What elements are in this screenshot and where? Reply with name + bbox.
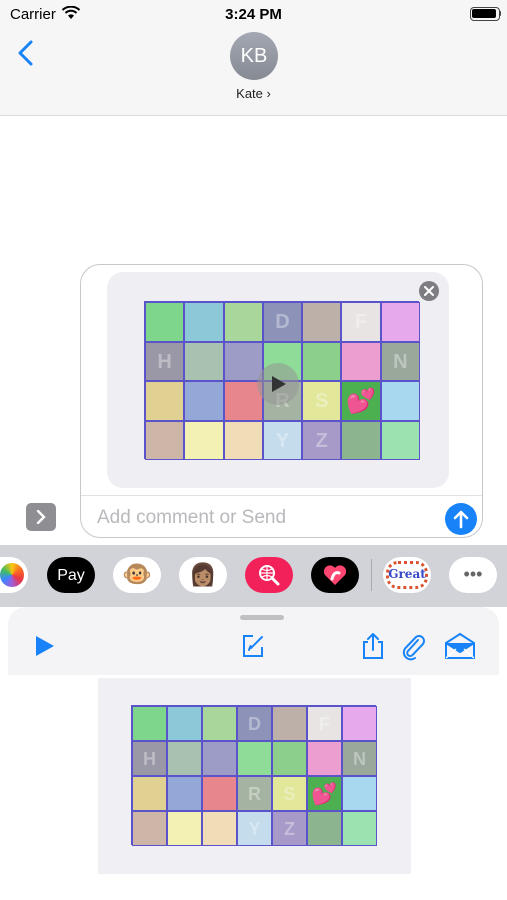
monkey-memoji-app-icon[interactable]: 🐵 (113, 557, 161, 593)
play-icon (272, 376, 286, 392)
digital-touch-app-icon[interactable] (311, 557, 359, 593)
play-button[interactable] (257, 363, 299, 405)
conversation-header: KB Kate › (0, 30, 507, 116)
compose-bubble: DFHNRS💕YZ Add comment or Send (80, 264, 483, 538)
grid-cell (302, 302, 342, 342)
drawer-grabber[interactable] (240, 615, 284, 620)
grid-cell: Z (302, 420, 342, 460)
grid-cell: R (237, 776, 272, 811)
grid-cell (145, 381, 185, 421)
grid-cell (132, 811, 167, 846)
photos-app-icon[interactable] (0, 557, 28, 593)
status-bar: Carrier 3:24 PM (0, 0, 507, 30)
clock: 3:24 PM (225, 6, 282, 23)
compose-icon[interactable] (238, 631, 268, 661)
app-strip: Pay 🐵 👩🏽 Great ••• (0, 545, 507, 607)
grid-cell: N (380, 341, 420, 381)
grid-cell: S (302, 381, 342, 421)
grid-cell (223, 302, 263, 342)
grid-cell (237, 741, 272, 776)
grid-cell: D (237, 706, 272, 741)
grid-cell: N (342, 741, 377, 776)
heart-sticker-cell: 💕 (307, 776, 342, 811)
grid-cell (145, 302, 185, 342)
grid-cell (342, 776, 377, 811)
memoji-app-icon[interactable]: 👩🏽 (179, 557, 227, 593)
send-button[interactable] (445, 503, 477, 535)
large-grid: D F H N R S 💕 Y Z (131, 705, 377, 846)
apple-pay-label: Pay (57, 567, 85, 584)
grid-cell (145, 420, 185, 460)
grid-cell (272, 741, 307, 776)
remove-attachment-button[interactable] (419, 281, 439, 301)
arrow-up-icon (453, 510, 469, 529)
grid-cell (132, 706, 167, 741)
grid-cell (380, 420, 420, 460)
image-search-app-icon[interactable] (245, 557, 293, 593)
grid-cell (202, 741, 237, 776)
mail-icon[interactable] (443, 631, 477, 661)
grid-cell (342, 706, 377, 741)
grid-cell (223, 420, 263, 460)
extension-drawer: D F H N R S 💕 Y Z (0, 607, 507, 900)
grid-cell (342, 811, 377, 846)
grid-cell (202, 811, 237, 846)
avatar[interactable]: KB (230, 32, 278, 80)
grid-cell (202, 706, 237, 741)
grid-cell (272, 706, 307, 741)
grid-cell (380, 302, 420, 342)
comment-input[interactable]: Add comment or Send (97, 507, 286, 529)
more-apps-button[interactable]: ••• (449, 557, 497, 593)
memoji-faces-icon: 👩🏽 (189, 562, 217, 587)
battery-icon (470, 7, 501, 21)
grid-cell (202, 776, 237, 811)
grid-cell (341, 341, 381, 381)
monkey-icon: 🐵 (122, 561, 152, 588)
compose-divider (81, 495, 482, 496)
paperclip-icon[interactable] (398, 631, 428, 661)
grid-cell (307, 811, 342, 846)
grid-cell (223, 341, 263, 381)
expand-apps-button[interactable] (26, 503, 56, 531)
globe-search-icon (259, 565, 280, 586)
play-icon[interactable] (30, 631, 60, 661)
grid-cell (380, 381, 420, 421)
app-strip-divider (371, 559, 372, 591)
grid-cell (184, 341, 224, 381)
contact-name[interactable]: Kate › (0, 86, 507, 101)
grid-cell (341, 420, 381, 460)
grid-cell: S (272, 776, 307, 811)
grid-cell (167, 706, 202, 741)
grid-cell: D (262, 302, 303, 342)
grid-cell: Z (272, 811, 307, 846)
share-icon[interactable] (358, 631, 388, 661)
heart-touch-icon (323, 565, 347, 585)
great-sticker-label: Great (388, 567, 426, 581)
grid-cell (167, 741, 202, 776)
grid-cell (167, 811, 202, 846)
apple-pay-app-icon[interactable]: Pay (47, 557, 95, 593)
grid-cell (307, 741, 342, 776)
grid-cell: F (341, 302, 381, 342)
grid-cell: Y (237, 811, 272, 846)
grid-cell: F (307, 706, 342, 741)
grid-cell: H (132, 741, 167, 776)
grid-cell (184, 302, 224, 342)
grid-cell: H (145, 341, 185, 381)
grid-cell (302, 341, 342, 381)
grid-cell (184, 381, 224, 421)
grid-cell (132, 776, 167, 811)
attachment-preview[interactable]: DFHNRS💕YZ (107, 272, 449, 488)
close-icon (424, 286, 434, 296)
heart-sticker-cell: 💕 (341, 381, 381, 421)
grid-cell (184, 420, 224, 460)
grid-preview-large[interactable]: D F H N R S 💕 Y Z (98, 678, 411, 874)
back-chevron-icon[interactable] (12, 36, 42, 70)
grid-cell (167, 776, 202, 811)
grid-cell: Y (262, 420, 303, 460)
sticker-app-icon[interactable]: Great (383, 557, 431, 593)
drawer-toolbar (8, 607, 499, 675)
more-icon: ••• (463, 564, 483, 584)
chevron-right-icon (36, 510, 46, 524)
